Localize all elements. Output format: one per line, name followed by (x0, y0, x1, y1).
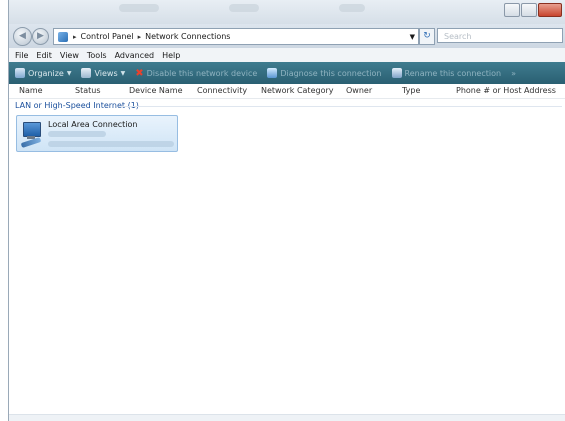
diagnose-connection-button[interactable]: Diagnose this connection (267, 68, 382, 78)
column-header-name[interactable]: Name (19, 86, 43, 95)
menu-file[interactable]: File (15, 51, 28, 60)
breadcrumb-control-panel[interactable]: Control Panel (81, 32, 134, 41)
organize-button[interactable]: Organize ▼ (15, 68, 71, 78)
minimize-button[interactable] (504, 3, 520, 17)
column-header-device-name[interactable]: Device Name (129, 86, 183, 95)
column-header-type[interactable]: Type (402, 86, 420, 95)
connection-status-blurred (48, 131, 106, 137)
title-blur (119, 4, 159, 12)
column-header-owner[interactable]: Owner (346, 86, 372, 95)
diagnose-icon (267, 68, 278, 78)
rename-label: Rename this connection (404, 68, 502, 78)
column-headers: Name Status Device Name Connectivity Net… (9, 84, 565, 99)
window-controls (503, 3, 562, 17)
address-bar: ◀ ▶ ▸ Control Panel ▸ Network Connection… (9, 24, 565, 48)
maximize-button[interactable] (521, 3, 537, 17)
refresh-icon[interactable]: ↻ (419, 28, 435, 45)
breadcrumb-separator-icon: ▸ (137, 32, 142, 41)
views-icon (81, 68, 92, 78)
connection-item[interactable]: Local Area Connection (16, 115, 178, 152)
views-label: Views (94, 68, 118, 78)
title-blur (339, 4, 365, 12)
title-bar[interactable] (9, 0, 565, 24)
column-header-connectivity[interactable]: Connectivity (197, 86, 247, 95)
organize-icon (15, 68, 25, 78)
breadcrumb-network-connections[interactable]: Network Connections (145, 32, 230, 41)
menu-edit[interactable]: Edit (36, 51, 52, 60)
close-button[interactable] (538, 3, 562, 17)
rename-icon (391, 68, 402, 78)
command-toolbar: Organize ▼ Views ▼ ✖ Disable this networ… (9, 62, 565, 84)
rename-connection-button[interactable]: Rename this connection (391, 68, 502, 78)
column-header-network-category[interactable]: Network Category (261, 86, 334, 95)
column-header-phone-host[interactable]: Phone # or Host Address (456, 86, 556, 95)
network-adapter-icon (20, 120, 43, 148)
organize-label: Organize (28, 68, 64, 78)
status-bar (9, 414, 565, 421)
connection-name: Local Area Connection (48, 120, 138, 129)
chevron-down-icon: ▼ (66, 69, 72, 77)
breadcrumb-separator-icon: ▸ (73, 32, 77, 41)
disable-device-button[interactable]: ✖ Disable this network device (135, 68, 257, 79)
control-panel-icon (58, 31, 68, 42)
disable-device-label: Disable this network device (146, 68, 258, 78)
title-blur (229, 4, 259, 12)
menu-advanced[interactable]: Advanced (115, 51, 155, 60)
views-button[interactable]: Views ▼ (81, 68, 125, 78)
address-field[interactable]: ▸ Control Panel ▸ Network Connections ▼ (53, 28, 419, 45)
address-dropdown-icon[interactable]: ▼ (410, 33, 415, 41)
menu-help[interactable]: Help (162, 51, 180, 60)
chevron-down-icon: ▼ (120, 69, 126, 77)
forward-arrow-icon[interactable]: ▶ (32, 28, 49, 45)
menu-tools[interactable]: Tools (87, 51, 107, 60)
toolbar-overflow-button[interactable]: » (511, 69, 516, 78)
connection-device-blurred (48, 141, 174, 147)
menu-view[interactable]: View (60, 51, 79, 60)
diagnose-label: Diagnose this connection (280, 68, 382, 78)
back-arrow-icon[interactable]: ◀ (13, 27, 32, 46)
menu-bar: File Edit View Tools Advanced Help (9, 48, 565, 62)
explorer-window: ◀ ▶ ▸ Control Panel ▸ Network Connection… (8, 0, 565, 421)
search-input[interactable]: Search (437, 28, 563, 43)
column-header-status[interactable]: Status (75, 86, 101, 95)
group-divider (121, 106, 562, 107)
disable-x-icon: ✖ (135, 67, 144, 79)
chevron-right-double-icon: » (511, 68, 516, 78)
